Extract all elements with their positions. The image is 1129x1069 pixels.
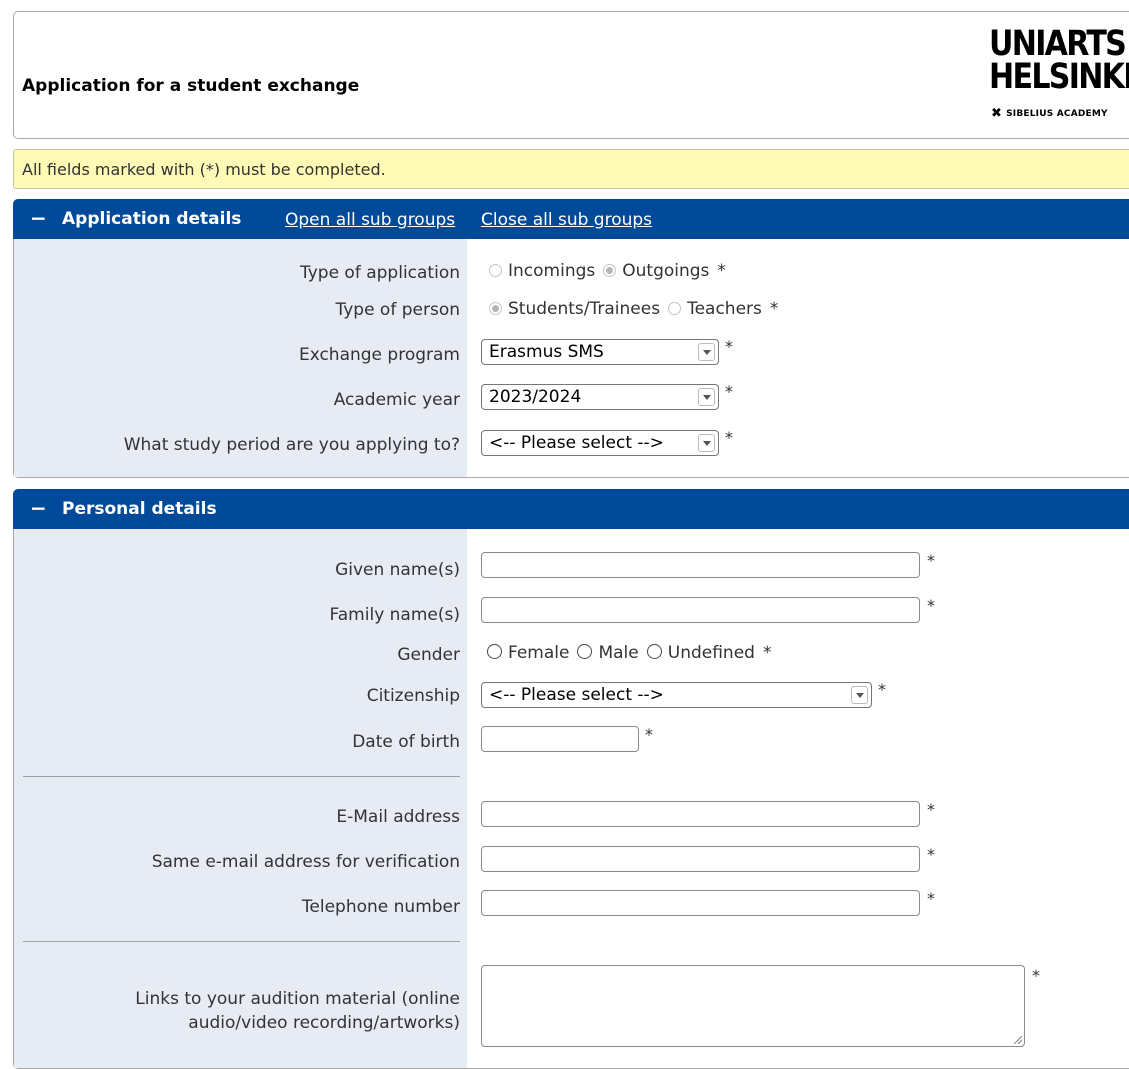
- page-title: Application for a student exchange: [22, 76, 360, 96]
- radio-label: Incomings: [508, 261, 596, 281]
- radio-button[interactable]: [646, 644, 662, 659]
- email-verify-input[interactable]: [481, 846, 920, 872]
- radio-button[interactable]: [489, 264, 502, 277]
- required-star: *: [927, 596, 935, 615]
- select-value: <-- Please select -->: [489, 685, 664, 705]
- required-star: *: [725, 428, 733, 447]
- select-value: Erasmus SMS: [489, 342, 604, 362]
- required-star: *: [1032, 966, 1040, 985]
- email-label: E-Mail address: [336, 807, 460, 827]
- close-all-sub-groups-link[interactable]: Close all sub groups: [481, 210, 652, 230]
- type-of-application-radios: Incomings Outgoings *: [489, 261, 726, 281]
- date-of-birth-input[interactable]: [481, 726, 639, 752]
- study-period-select[interactable]: <-- Please select -->: [481, 430, 719, 456]
- logo-line2: HELSINKI: [989, 57, 1129, 97]
- radio-label: Female: [508, 643, 570, 663]
- personal-details-header[interactable]: − Personal details: [13, 489, 1129, 529]
- radio-button[interactable]: [489, 302, 502, 315]
- exchange-program-label: Exchange program: [298, 345, 460, 365]
- type-of-person-label: Type of person: [335, 300, 460, 320]
- notice-text: All fields marked with (*) must be compl…: [22, 160, 386, 179]
- email-verify-label: Same e-mail address for verification: [151, 852, 460, 872]
- divider: [23, 776, 460, 777]
- gender-radios: Female Male Undefined *: [487, 643, 771, 663]
- audition-links-label-line1: Links to your audition material (online: [135, 989, 460, 1009]
- cross-icon: ✖: [991, 106, 1003, 121]
- radio-label: Outgoings: [622, 261, 710, 281]
- required-star: *: [725, 337, 733, 356]
- gender-label: Gender: [397, 645, 460, 665]
- academic-year-select[interactable]: 2023/2024: [481, 384, 719, 410]
- email-input[interactable]: [481, 801, 920, 827]
- radio-undefined[interactable]: Undefined: [646, 643, 755, 663]
- audition-links-label-line2: audio/video recording/artworks): [188, 1013, 460, 1033]
- given-names-label: Given name(s): [335, 560, 460, 580]
- given-names-input[interactable]: [481, 552, 920, 578]
- required-star: *: [769, 299, 779, 319]
- required-star: *: [717, 261, 726, 281]
- telephone-input[interactable]: [481, 890, 920, 916]
- radio-button[interactable]: [603, 264, 617, 277]
- radio-male[interactable]: Male: [577, 643, 639, 663]
- required-star: *: [927, 800, 935, 819]
- radio-label: Undefined: [667, 643, 755, 663]
- logo-subtitle: ✖ SIBELIUS ACADEMY: [991, 106, 1108, 121]
- select-value: <-- Please select -->: [489, 433, 664, 453]
- section-title: Personal details: [62, 499, 217, 519]
- radio-students[interactable]: Students/Trainees: [489, 299, 660, 319]
- chevron-down-icon[interactable]: [851, 686, 868, 704]
- citizenship-select[interactable]: <-- Please select -->: [481, 682, 872, 708]
- radio-label: Male: [598, 643, 639, 663]
- citizenship-label: Citizenship: [366, 686, 460, 706]
- page: Application for a student exchange UNIAR…: [0, 0, 1129, 1069]
- chevron-down-icon[interactable]: [698, 434, 715, 452]
- required-fields-notice: All fields marked with (*) must be compl…: [13, 149, 1129, 189]
- exchange-program-select[interactable]: Erasmus SMS: [481, 339, 719, 365]
- radio-label: Teachers: [687, 299, 762, 319]
- family-names-input[interactable]: [481, 597, 920, 623]
- radio-incomings[interactable]: Incomings: [489, 261, 595, 281]
- uniarts-logo: UNIARTS HELSINKI ✖ SIBELIUS ACADEMY: [989, 27, 1129, 128]
- application-details-body: Type of application Incomings Outgoings * …: [13, 239, 1129, 478]
- family-names-label: Family name(s): [329, 605, 460, 625]
- personal-details-body: Given name(s) * Family name(s) * Gender …: [13, 529, 1129, 1069]
- date-of-birth-label: Date of birth: [352, 732, 460, 752]
- required-star: *: [927, 845, 935, 864]
- radio-label: Students/Trainees: [508, 299, 661, 319]
- required-star: *: [645, 725, 653, 744]
- collapse-icon[interactable]: −: [30, 206, 47, 230]
- application-details-header[interactable]: − Application details Open all sub group…: [13, 199, 1129, 239]
- required-star: *: [878, 680, 886, 699]
- required-star: *: [762, 643, 772, 663]
- logo-subtitle-text: SIBELIUS ACADEMY: [1006, 109, 1108, 119]
- required-star: *: [725, 382, 733, 401]
- radio-teachers[interactable]: Teachers: [668, 299, 762, 319]
- divider: [23, 941, 460, 942]
- required-star: *: [927, 551, 935, 570]
- open-all-sub-groups-link[interactable]: Open all sub groups: [285, 210, 455, 230]
- radio-female[interactable]: Female: [487, 643, 569, 663]
- study-period-label: What study period are you applying to?: [123, 435, 460, 455]
- select-value: 2023/2024: [489, 387, 582, 407]
- header: Application for a student exchange UNIAR…: [13, 11, 1129, 139]
- type-of-person-radios: Students/Trainees Teachers *: [489, 299, 778, 319]
- collapse-icon[interactable]: −: [30, 496, 47, 520]
- type-of-application-label: Type of application: [299, 263, 460, 283]
- academic-year-label: Academic year: [333, 390, 460, 410]
- resize-grip-icon[interactable]: [1014, 1036, 1022, 1044]
- radio-outgoings[interactable]: Outgoings: [603, 261, 709, 281]
- chevron-down-icon[interactable]: [698, 343, 715, 361]
- radio-button[interactable]: [577, 644, 593, 659]
- radio-button[interactable]: [487, 644, 502, 659]
- chevron-down-icon[interactable]: [698, 388, 715, 406]
- audition-links-textarea[interactable]: [481, 965, 1025, 1047]
- required-star: *: [927, 889, 935, 908]
- radio-button[interactable]: [668, 302, 682, 315]
- section-title: Application details: [62, 209, 242, 229]
- telephone-label: Telephone number: [301, 897, 460, 917]
